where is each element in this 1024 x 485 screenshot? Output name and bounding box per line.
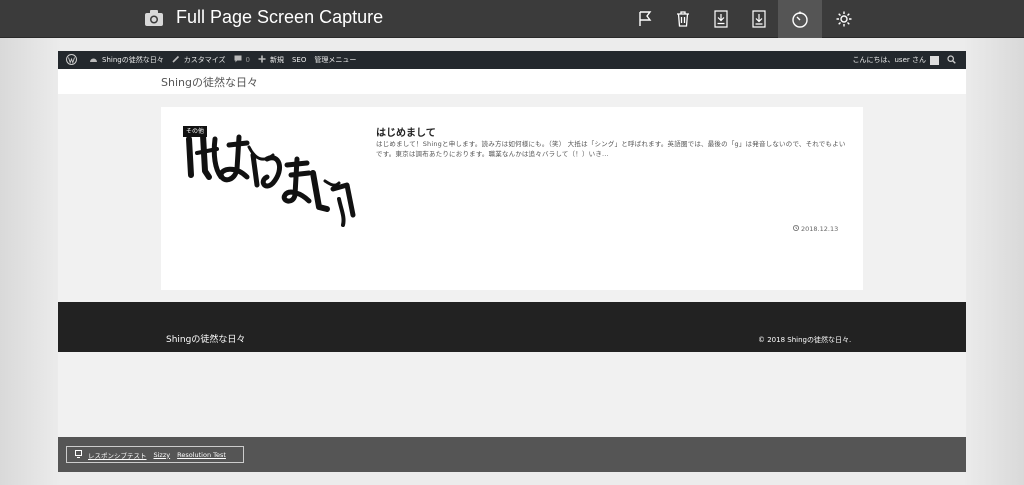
admin-bar-right: こんにちは、user さん <box>845 51 967 69</box>
admin-site-name[interactable]: Shingの徒然な日々 <box>89 51 164 69</box>
admin-seo[interactable]: SEO <box>292 51 306 69</box>
brush-icon <box>172 55 184 65</box>
timer-button[interactable] <box>778 0 822 38</box>
admin-new[interactable]: 新規 <box>258 51 284 69</box>
pdf-download-icon <box>713 10 729 28</box>
extension-tools <box>626 0 866 38</box>
delete-button[interactable] <box>664 0 702 38</box>
plus-icon <box>258 55 270 65</box>
post-card[interactable]: その他 はじめまして はじめまして！Shingと申します。読み方は如何様にも。（… <box>161 107 863 290</box>
admin-search[interactable] <box>947 51 960 69</box>
test-toolbar: レスポンシブテスト Sizzy Resolution Test <box>58 437 966 472</box>
responsive-test-link[interactable]: レスポンシブテスト <box>88 450 147 460</box>
flag-icon <box>637 10 653 28</box>
settings-button[interactable] <box>822 0 866 38</box>
camera-icon <box>144 9 164 27</box>
search-icon <box>947 54 960 66</box>
resolution-test-link[interactable]: Resolution Test <box>177 451 226 459</box>
clock-icon <box>793 225 801 233</box>
download-image-button[interactable] <box>740 0 778 38</box>
sizzy-link[interactable]: Sizzy <box>154 451 171 459</box>
download-icon <box>751 10 767 28</box>
wordpress-logo[interactable] <box>66 51 81 69</box>
download-pdf-button[interactable] <box>702 0 740 38</box>
comment-icon <box>234 55 246 65</box>
site-title[interactable]: Shingの徒然な日々 <box>161 74 258 90</box>
admin-bar: Shingの徒然な日々 カスタマイズ 0 新規 SEO 管理メニュー こんにちは… <box>58 51 966 69</box>
dashboard-icon <box>89 55 102 65</box>
site-header: Shingの徒然な日々 <box>58 69 966 94</box>
extension-toolbar: Full Page Screen Capture <box>0 0 1024 38</box>
monitor-icon <box>75 449 82 460</box>
admin-comments[interactable]: 0 <box>234 51 250 69</box>
calligraphy-image <box>186 132 356 227</box>
settings-icon <box>835 10 853 28</box>
post-title[interactable]: はじめまして <box>376 124 436 139</box>
extension-title: Full Page Screen Capture <box>176 7 384 27</box>
wordpress-icon <box>66 53 81 67</box>
admin-account[interactable]: こんにちは、user さん <box>853 51 939 69</box>
trash-icon <box>675 10 691 28</box>
avatar <box>930 55 939 65</box>
test-links-box: レスポンシブテスト Sizzy Resolution Test <box>66 446 244 463</box>
flag-button[interactable] <box>626 0 664 38</box>
post-excerpt: はじめまして！Shingと申します。読み方は如何様にも。（笑） 大抵は「シング」… <box>376 140 846 158</box>
footer-copyright: © 2018 Shingの徒然な日々. <box>758 336 852 344</box>
admin-customize[interactable]: カスタマイズ <box>172 51 226 69</box>
timer-icon <box>791 10 809 28</box>
admin-menu[interactable]: 管理メニュー <box>314 51 356 69</box>
post-date: 2018.12.13 <box>793 225 838 233</box>
post-thumbnail[interactable] <box>183 125 363 233</box>
category-badge[interactable]: その他 <box>183 126 208 137</box>
captured-page: Shingの徒然な日々 カスタマイズ 0 新規 SEO 管理メニュー こんにちは… <box>58 51 966 472</box>
footer-site-title[interactable]: Shingの徒然な日々 <box>166 332 245 345</box>
site-footer: Shingの徒然な日々 © 2018 Shingの徒然な日々. <box>58 302 966 352</box>
